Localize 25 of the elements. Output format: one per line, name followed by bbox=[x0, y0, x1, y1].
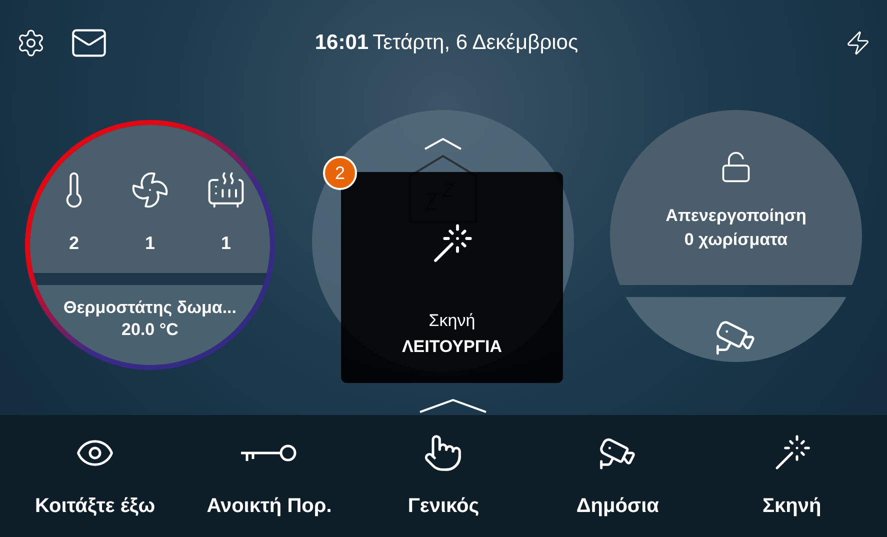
clock-time: 16:01 bbox=[314, 30, 369, 56]
thermostat-name: Θερμοστάτης δωμα... bbox=[63, 297, 236, 319]
fan-icon bbox=[130, 170, 170, 210]
alarm-ring[interactable]: Απενεργοποίηση 0 χωρίσματα bbox=[610, 110, 862, 362]
popup-title: Σκηνή bbox=[428, 310, 476, 332]
alarm-status: Απενεργοποίηση bbox=[666, 205, 806, 227]
nav-button[interactable]: Κοιτάξτε έξω bbox=[12, 431, 178, 521]
lightning-icon[interactable] bbox=[845, 30, 871, 56]
thermostat-ring[interactable]: 2 1 1 Θερμοστάτης δωμα... 20.0 °C bbox=[25, 120, 275, 370]
device-count: 2 bbox=[68, 232, 79, 255]
nav-button[interactable]: Ανοικτή Πορ. bbox=[186, 431, 352, 521]
nav-button[interactable]: Σκηνή bbox=[709, 431, 874, 521]
device-count: 1 bbox=[144, 232, 155, 255]
chevron-up-icon bbox=[422, 138, 462, 150]
nav-button[interactable]: Δημόσια bbox=[535, 431, 700, 521]
device-count: 1 bbox=[220, 232, 231, 255]
alarm-zones: 0 χωρίσματα bbox=[684, 229, 788, 251]
popup-subtitle: ΛΕΙΤΟΥΡΓΙΑ bbox=[402, 336, 502, 358]
heater-icon bbox=[206, 170, 246, 210]
nav-button[interactable]: Γενικός bbox=[360, 431, 526, 521]
date-text: Τετάρτη, 6 Δεκέμβριος bbox=[372, 30, 578, 56]
pointing-hand-icon bbox=[423, 433, 464, 473]
settings-icon[interactable] bbox=[16, 28, 46, 58]
temperature-reading: 20.0 °C bbox=[122, 319, 178, 341]
chevron-up-icon[interactable] bbox=[418, 399, 488, 413]
